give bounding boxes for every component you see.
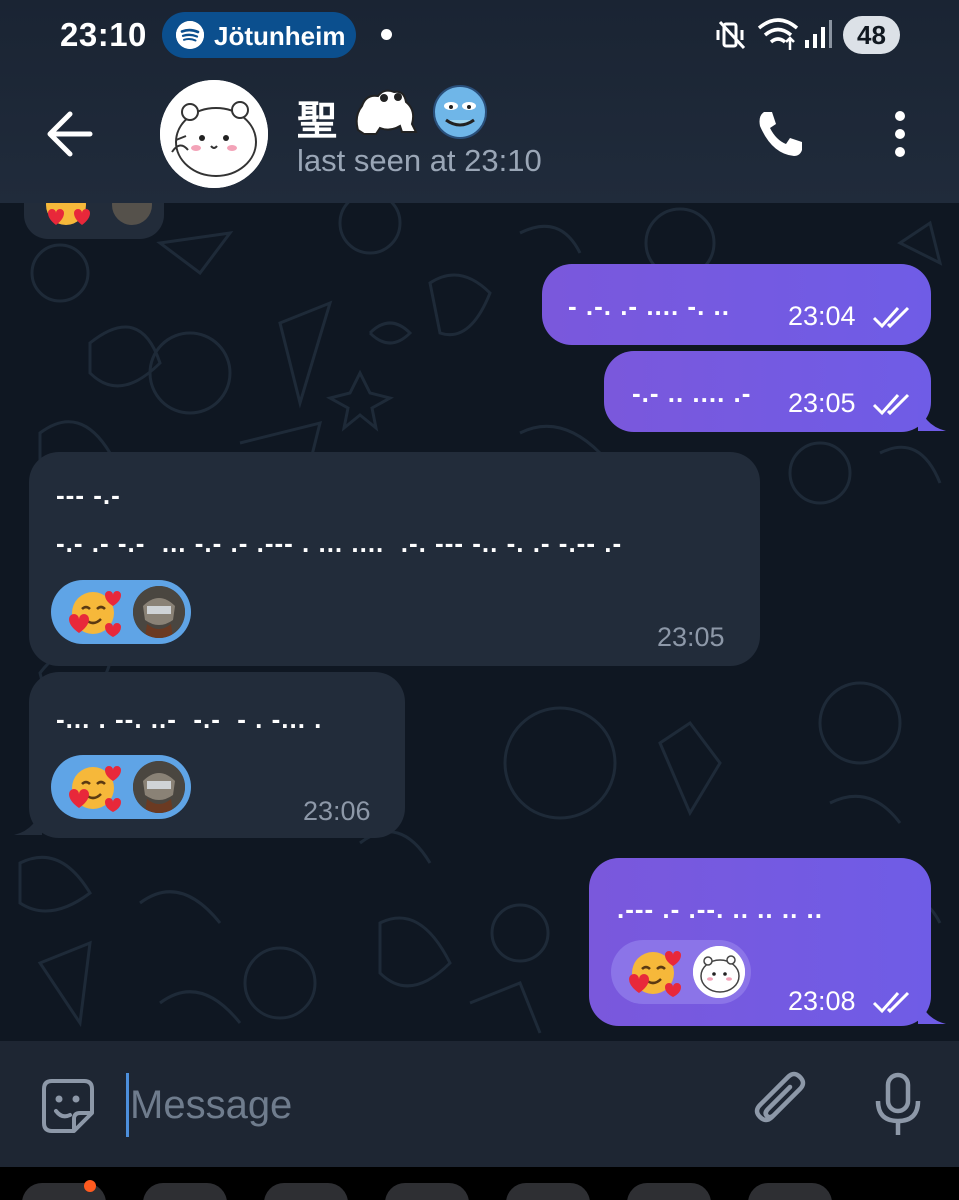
bubble-tail <box>918 992 946 1024</box>
battery-indicator: 48 <box>843 16 900 54</box>
message-text: - .-. .- .... -. .. <box>568 291 730 321</box>
message-time: 23:05 <box>788 388 856 418</box>
reaction-chip[interactable] <box>611 940 751 1004</box>
smiling-face-with-hearts-icon <box>629 951 681 997</box>
message-text: -.- .. .... .- <box>632 378 752 408</box>
double-check-icon <box>872 306 910 329</box>
message-text-line: -... . --. ..- -.- - . -... . <box>56 704 323 734</box>
outgoing-message-bubble[interactable]: .--- .- .--. .. .. .. .. 23:08 <box>589 858 931 1026</box>
top-bar: 23:10 Jötunheim 48 聖 last seen at 23:10 <box>0 0 959 203</box>
attach-button[interactable] <box>750 1071 812 1142</box>
microphone-icon <box>875 1072 921 1135</box>
back-arrow-button[interactable] <box>40 106 100 162</box>
nav-item[interactable] <box>627 1183 711 1200</box>
contact-avatar[interactable] <box>160 80 268 188</box>
double-check-icon <box>872 393 910 416</box>
spotify-track-label: Jötunheim <box>214 21 346 51</box>
bubble-tail <box>918 399 946 431</box>
outgoing-message-bubble[interactable]: -.- .. .... .- 23:05 <box>604 351 931 432</box>
nav-item[interactable] <box>506 1183 590 1200</box>
reactor-avatar <box>133 761 185 813</box>
contact-name[interactable]: 聖 <box>297 88 337 146</box>
message-time: 23:08 <box>788 986 856 1016</box>
face-emoji-icon <box>432 84 488 145</box>
text-cursor <box>126 1073 129 1137</box>
sticker-icon <box>42 1079 94 1133</box>
nav-item[interactable] <box>264 1183 348 1200</box>
message-text-line: -.- .- -.- ... -.- .- .--- . ... .... .-… <box>56 528 623 558</box>
outgoing-message-bubble[interactable]: - .-. .- .... -. .. 23:04 <box>542 264 931 345</box>
chat-messages-area[interactable]: - .-. .- .... -. .. 23:04 -.- .. .... .-… <box>0 203 959 1041</box>
more-options-button[interactable] <box>884 108 916 160</box>
reaction-chip[interactable] <box>51 755 191 819</box>
phone-call-button[interactable] <box>752 106 808 162</box>
spotify-icon <box>176 21 204 49</box>
message-time: 23:05 <box>657 622 725 652</box>
bubble-tail <box>14 803 42 835</box>
message-composer <box>0 1041 959 1167</box>
nav-item[interactable] <box>385 1183 469 1200</box>
message-text-line: --- -.- <box>56 480 121 510</box>
nav-item[interactable] <box>748 1183 832 1200</box>
reactor-avatar <box>133 586 185 638</box>
nav-item[interactable] <box>143 1183 227 1200</box>
paperclip-icon <box>754 1071 806 1123</box>
incoming-message-bubble[interactable]: --- -.- -.- .- -.- ... -.- .- .--- . ...… <box>29 452 760 666</box>
partial-reaction-bubble <box>24 203 164 239</box>
bottom-navigation-strip <box>0 1167 959 1200</box>
wifi-icon <box>756 16 800 57</box>
signal-strength-icon <box>803 18 833 55</box>
status-bar: 23:10 Jötunheim 48 <box>0 0 959 72</box>
voice-record-button[interactable] <box>872 1071 924 1144</box>
smiling-face-with-hearts-icon <box>69 766 121 812</box>
sticker-emoji-button[interactable] <box>36 1075 100 1144</box>
status-time: 23:10 <box>60 16 147 53</box>
message-input[interactable] <box>130 1079 710 1131</box>
reactor-avatar <box>693 946 745 998</box>
reaction-chip[interactable] <box>51 580 191 644</box>
notification-badge <box>84 1180 96 1192</box>
vibrate-mute-icon <box>716 18 748 57</box>
message-text: .--- .- .--. .. .. .. .. <box>617 894 823 924</box>
smiling-face-with-hearts-icon <box>69 591 121 637</box>
double-check-icon <box>872 991 910 1014</box>
message-time: 23:06 <box>303 796 371 826</box>
message-time: 23:04 <box>788 301 856 331</box>
last-seen-status: last seen at 23:10 <box>297 143 542 178</box>
spotify-now-playing-chip[interactable]: Jötunheim <box>162 12 356 58</box>
frog-emoji-icon <box>350 80 420 145</box>
notification-dot <box>381 29 392 40</box>
incoming-message-bubble[interactable]: -... . --. ..- -.- - . -... . 23:06 <box>29 672 405 838</box>
